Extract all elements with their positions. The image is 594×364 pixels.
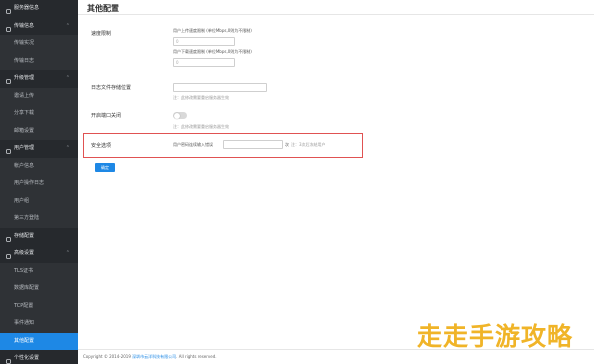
chevron-up-icon: ⌃ [65, 75, 70, 81]
footer: Copyright © 2014-2019 深圳市云洋科技有限公司. All r… [83, 354, 217, 360]
copyright-text: Copyright © 2014-2019 [83, 354, 131, 359]
sidebar-item[interactable]: TLS证书 [0, 263, 78, 281]
security-label: 安全选项 [91, 143, 112, 149]
sidebar-item-label: 高级设置 [14, 250, 35, 256]
watermark-logo: 走走手游攻略 [417, 322, 574, 351]
sidebar-item-label: 数据库配置 [14, 285, 40, 291]
chevron-up-icon: ⌃ [65, 250, 70, 256]
users-icon [6, 145, 11, 154]
sidebar-item-label: TCP配置 [14, 302, 34, 309]
sidebar-item-label: 用户组 [14, 197, 30, 204]
sidebar-item-label: 服务器信息 [14, 5, 40, 11]
sidebar-item[interactable]: 服务器信息 [0, 0, 78, 18]
sidebar-item-label: 事件通知 [14, 320, 35, 326]
sidebar-item-label: 用户管理 [14, 145, 35, 151]
rights-text: . All rights reserved. [176, 354, 217, 359]
company-link[interactable]: 深圳市云洋科技有限公司 [132, 354, 176, 359]
sidebar-item-label: 邮箱设置 [14, 127, 35, 134]
log-storage-input[interactable] [173, 83, 267, 92]
sidebar: 服务器信息传输信息 ⌃ 传输实况传输日志升级管理 ⌃ 邀请上传分享下载邮箱设置用户管理 ⌃… [0, 0, 78, 364]
security-field-suffix: 次 [285, 142, 289, 147]
chevron-up-icon: ⌃ [65, 145, 70, 151]
sidebar-item-label: 传输实况 [14, 40, 35, 46]
sidebar-item-label: 其他配置 [14, 337, 35, 344]
transfer-icon [6, 23, 11, 32]
sidebar-item-label: 分享下载 [14, 110, 35, 116]
log-storage-hint: 注：此修改需要重启服务器生效 [173, 95, 229, 100]
sidebar-item-label: 升级管理 [14, 75, 35, 81]
speed-limit-label: 速度限制 [91, 31, 112, 37]
chevron-up-icon: ⌃ [65, 22, 70, 29]
sidebar-item-label: 传输信息 [14, 22, 35, 29]
sidebar-item[interactable]: 第三方登陆 [0, 210, 78, 228]
sidebar-item-label: 帐户信息 [14, 162, 35, 169]
divider [78, 14, 594, 15]
sidebar-item-label: TLS证书 [14, 267, 34, 274]
toggle-knob [173, 112, 180, 119]
sidebar-item[interactable]: 用户操作日志 [0, 175, 78, 193]
sidebar-item[interactable]: TCP配置 [0, 298, 78, 316]
download-speed-label: 用户下载速度限制 (单位Mbps,0则为不限制) [173, 49, 252, 54]
log-storage-label: 日志文件存储位置 [91, 85, 132, 91]
sidebar-item[interactable]: 传输信息 ⌃ [0, 17, 78, 35]
port-close-toggle[interactable] [173, 112, 187, 119]
sidebar-item-label: 邀请上传 [14, 92, 35, 99]
confirm-button[interactable]: 确定 [95, 163, 115, 172]
server-icon [6, 5, 11, 14]
sidebar-item[interactable]: 个性化设置 [0, 350, 78, 364]
sidebar-item[interactable]: 邀请上传 [0, 88, 78, 106]
upload-speed-label: 用户上传速度限制 (单位Mbps,0则为不限制) [173, 28, 252, 33]
sidebar-item[interactable]: 升级管理 ⌃ [0, 70, 78, 88]
sidebar-item[interactable]: 存储配置 [0, 227, 78, 245]
sidebar-item-label: 传输日志 [14, 57, 35, 64]
upgrade-icon [6, 75, 11, 84]
port-close-label: 开启端口关闭 [91, 113, 122, 119]
sidebar-item[interactable]: 高级设置 ⌃ [0, 245, 78, 263]
storage-icon [6, 233, 11, 242]
sidebar-item[interactable]: 帐户信息 [0, 158, 78, 176]
sidebar-item-label: 用户操作日志 [14, 180, 45, 186]
security-field-text: 用户密码连续输入错误 [173, 142, 213, 147]
security-attempts-input[interactable] [223, 140, 283, 149]
sidebar-item[interactable]: 数据库配置 [0, 280, 78, 298]
sidebar-item-label: 个性化设置 [14, 355, 40, 361]
sidebar-item-label: 第三方登陆 [14, 215, 40, 221]
personalize-icon [6, 355, 11, 364]
port-close-hint: 注：此修改需要重启服务器生效 [173, 124, 229, 129]
sidebar-item[interactable]: 其他配置 [0, 332, 78, 350]
settings-icon [6, 250, 11, 259]
sidebar-item[interactable]: 事件通知 [0, 315, 78, 333]
sidebar-item[interactable]: 用户组 [0, 193, 78, 211]
sidebar-item[interactable]: 分享下载 [0, 105, 78, 123]
sidebar-item[interactable]: 邮箱设置 [0, 123, 78, 141]
sidebar-item[interactable]: 用户管理 ⌃ [0, 140, 78, 158]
sidebar-item[interactable]: 传输实况 [0, 35, 78, 53]
sidebar-item-label: 存储配置 [14, 232, 35, 239]
main-content: 其他配置 速度限制 用户上传速度限制 (单位Mbps,0则为不限制) 0 用户下… [78, 0, 594, 364]
page-title: 其他配置 [87, 4, 119, 13]
security-hint: 注：3次后冻结用户 [291, 142, 326, 147]
download-speed-input[interactable]: 0 [173, 58, 235, 67]
sidebar-item[interactable]: 传输日志 [0, 53, 78, 71]
upload-speed-input[interactable]: 0 [173, 37, 235, 46]
